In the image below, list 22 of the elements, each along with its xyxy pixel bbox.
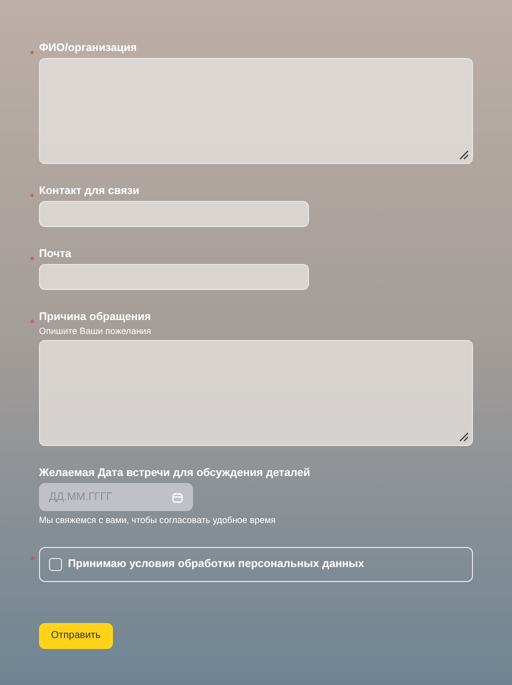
resize-handle-icon bbox=[457, 430, 469, 442]
field-hint: Опишите Ваши пожелания bbox=[39, 325, 152, 337]
required-mark: * bbox=[30, 255, 34, 267]
input-field[interactable] bbox=[39, 201, 309, 227]
text-area[interactable] bbox=[39, 340, 473, 446]
resize-handle-icon bbox=[457, 148, 469, 160]
submit-button[interactable]: Отправить bbox=[39, 622, 113, 648]
checkbox[interactable] bbox=[49, 558, 62, 571]
field-label: Причина обращения bbox=[39, 310, 152, 324]
required-mark: * bbox=[30, 555, 34, 567]
required-mark: * bbox=[30, 49, 34, 61]
required-mark: * bbox=[30, 192, 34, 204]
consent-label: Принимаю условия обработки персональных данных bbox=[68, 557, 364, 572]
required-mark: * bbox=[30, 318, 34, 330]
calendar-icon bbox=[172, 492, 183, 502]
field-label: Почта bbox=[39, 247, 72, 261]
text-area[interactable] bbox=[39, 58, 473, 164]
field-label: ФИО/организация bbox=[39, 41, 138, 55]
field-label: Контакт для связи bbox=[39, 184, 140, 198]
field-label: Желаемая Дата встречи для обсуждения деталей bbox=[39, 466, 310, 480]
input-field[interactable] bbox=[39, 264, 309, 290]
field-note: Мы свяжемся с вами, чтобы согласовать удобное время bbox=[39, 514, 277, 526]
